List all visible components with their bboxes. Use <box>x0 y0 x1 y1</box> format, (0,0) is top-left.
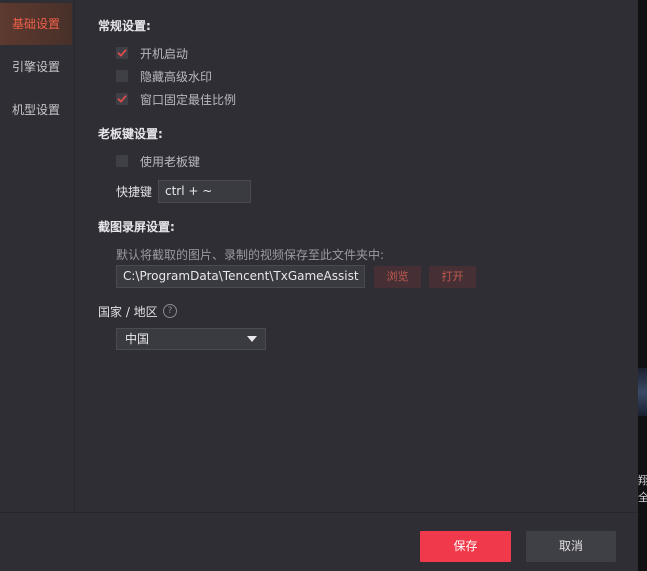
capture-section-title: 截图录屏设置: <box>98 220 175 234</box>
settings-dialog: 基础设置 引擎设置 机型设置 常规设置: 开机启动 隐藏高级水印 窗口固定最佳比… <box>0 0 638 571</box>
hide-watermark-option[interactable]: 隐藏高级水印 <box>116 68 212 84</box>
autostart-checkbox[interactable] <box>116 47 128 59</box>
general-section-title: 常规设置: <box>98 19 151 33</box>
shortcut-label: 快捷键 <box>116 185 153 199</box>
save-button[interactable]: 保存 <box>420 531 511 562</box>
boss-key-section-title: 老板键设置: <box>98 127 163 141</box>
fixed-ratio-option[interactable]: 窗口固定最佳比例 <box>116 91 236 107</box>
hide-watermark-checkbox[interactable] <box>116 70 128 82</box>
sidebar-item-label: 引擎设置 <box>12 60 61 74</box>
check-icon <box>117 95 127 103</box>
fixed-ratio-checkbox[interactable] <box>116 93 128 105</box>
sidebar: 基础设置 引擎设置 机型设置 <box>0 0 75 512</box>
use-boss-key-option[interactable]: 使用老板键 <box>116 153 200 169</box>
hide-watermark-label: 隐藏高级水印 <box>140 69 213 84</box>
autostart-label: 开机启动 <box>140 46 189 61</box>
dialog-footer: 保存 取消 <box>0 512 638 571</box>
help-icon[interactable]: ? <box>163 304 177 318</box>
open-folder-button[interactable]: 打开 <box>429 266 476 288</box>
fixed-ratio-label: 窗口固定最佳比例 <box>140 92 237 107</box>
background-text: 全 <box>638 491 647 504</box>
use-boss-key-checkbox[interactable] <box>116 155 128 167</box>
chevron-down-icon <box>247 336 257 342</box>
cancel-button[interactable]: 取消 <box>526 531 616 562</box>
sidebar-item-engine[interactable]: 引擎设置 <box>0 46 72 88</box>
sidebar-item-label: 基础设置 <box>12 17 61 31</box>
capture-folder-hint: 默认将截取的图片、录制的视频保存至此文件夹中: <box>116 248 385 262</box>
background-image <box>638 368 647 416</box>
region-select[interactable]: 中国 <box>116 328 266 350</box>
settings-content: 常规设置: 开机启动 隐藏高级水印 窗口固定最佳比例 老板键设置: 使用老板键 … <box>98 0 638 512</box>
check-icon <box>117 49 127 57</box>
browse-button[interactable]: 浏览 <box>374 266 421 288</box>
shortcut-input[interactable]: ctrl + ~ <box>158 180 251 203</box>
region-section-title: 国家 / 地区 <box>98 305 158 319</box>
region-select-value: 中国 <box>125 332 150 346</box>
autostart-option[interactable]: 开机启动 <box>116 45 188 61</box>
background-text: 翔 <box>638 474 647 487</box>
sidebar-item-device-model[interactable]: 机型设置 <box>0 89 72 131</box>
use-boss-key-label: 使用老板键 <box>140 154 201 169</box>
sidebar-item-label: 机型设置 <box>12 103 61 117</box>
sidebar-item-basic[interactable]: 基础设置 <box>0 3 72 45</box>
capture-path-input[interactable]: C:\ProgramData\Tencent\TxGameAssist <box>116 265 365 288</box>
